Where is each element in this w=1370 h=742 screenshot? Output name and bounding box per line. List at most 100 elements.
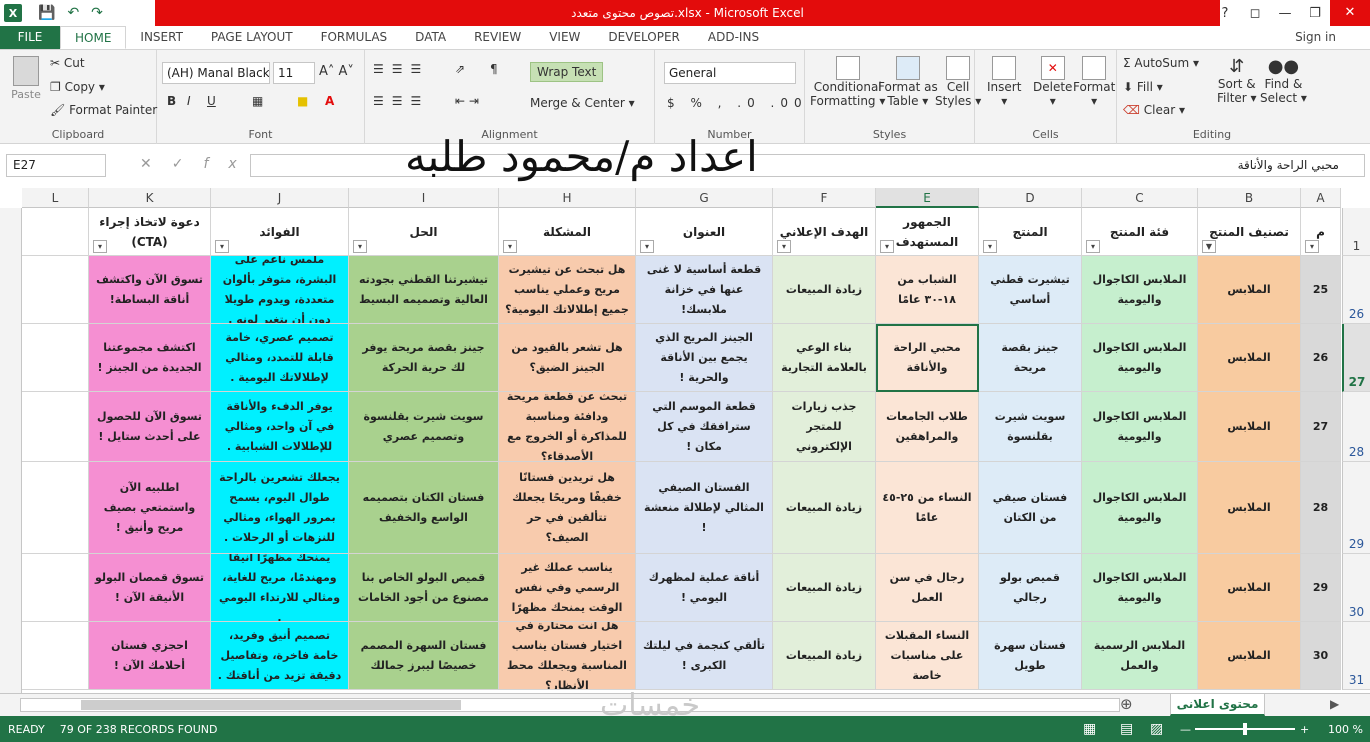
cell-l-31[interactable]	[22, 622, 89, 690]
scroll-thumb[interactable]	[81, 700, 461, 710]
filter-dropdown-icon[interactable]: ▾	[353, 240, 367, 253]
orientation-icon[interactable]: ⇗	[455, 62, 465, 76]
format-as-table-button[interactable]: Format as Table ▾	[878, 56, 938, 108]
cell-g-30[interactable]: أناقة عملية لمظهرك اليومي !	[636, 554, 773, 622]
zoom-slider[interactable]	[1195, 723, 1295, 735]
cell-a-28[interactable]: 27	[1301, 392, 1341, 462]
undo-icon[interactable]: ↶	[67, 5, 79, 21]
cell-k-29[interactable]: اطلبيه الآن واستمتعي بصيف مريح وأنيق !	[89, 462, 211, 554]
cell-l-30[interactable]	[22, 554, 89, 622]
cell-i-26[interactable]: تيشيرتنا القطني بجودته العالية وتصميمه ا…	[349, 256, 499, 324]
cell-c-29[interactable]: الملابس الكاجوال واليومية	[1082, 462, 1198, 554]
restore-button[interactable]: ❐	[1300, 6, 1330, 21]
cell-l-29[interactable]	[22, 462, 89, 554]
filter-dropdown-icon[interactable]: ▾	[1086, 240, 1100, 253]
cell-j-27[interactable]: تصميم عصري، خامة قابلة للتمدد، ومثالي لإ…	[211, 324, 349, 392]
cell-d-29[interactable]: فستان صيفي من الكتان	[979, 462, 1082, 554]
column-header-f[interactable]: F	[773, 188, 876, 208]
column-header-g[interactable]: G	[636, 188, 773, 208]
column-header-k[interactable]: K	[89, 188, 211, 208]
italic-button[interactable]: I	[187, 94, 191, 108]
zoom-out-icon[interactable]: —	[1180, 723, 1191, 736]
ribbon-options-icon[interactable]: ◻	[1240, 6, 1270, 21]
cell-f-27[interactable]: بناء الوعي بالعلامة التجارية	[773, 324, 876, 392]
delete-cells-button[interactable]: ✕ Delete ▾	[1033, 56, 1072, 108]
copy-button[interactable]: ❐ Copy ▾	[50, 80, 105, 94]
tab-formulas[interactable]: FORMULAS	[307, 26, 402, 49]
tab-page-layout[interactable]: PAGE LAYOUT	[197, 26, 307, 49]
cell-g-27[interactable]: الجينز المريح الذي يجمع بين الأناقة والح…	[636, 324, 773, 392]
save-icon[interactable]: 💾	[38, 5, 55, 21]
insert-cells-button[interactable]: Insert ▾	[987, 56, 1021, 108]
filter-dropdown-icon[interactable]: ▾	[1305, 240, 1319, 253]
cell-a-29[interactable]: 28	[1301, 462, 1341, 554]
font-size-buttons[interactable]: A˄ A˅	[319, 64, 354, 79]
horizontal-scrollbar[interactable]	[20, 698, 1120, 712]
page-layout-view-icon[interactable]: ▤	[1120, 721, 1133, 737]
tab-home[interactable]: HOME	[60, 26, 127, 49]
vertical-align-icons[interactable]: ☰☰☰	[373, 62, 429, 76]
column-header-c[interactable]: C	[1082, 188, 1198, 208]
horizontal-align-icons[interactable]: ☰☰☰	[373, 94, 429, 108]
column-header-d[interactable]: D	[979, 188, 1082, 208]
cell-b-27[interactable]: الملابس	[1198, 324, 1301, 392]
header-cell-h[interactable]: المشكلة ▾	[499, 208, 636, 256]
column-header-b[interactable]: B	[1198, 188, 1301, 208]
cell-k-26[interactable]: تسوق الآن واكتشف أناقة البساطة!	[89, 256, 211, 324]
text-direction-icon[interactable]: ¶	[490, 62, 498, 76]
header-cell-l[interactable]	[22, 208, 89, 256]
cell-a-27[interactable]: 26	[1301, 324, 1341, 392]
filter-dropdown-icon[interactable]: ▾	[503, 240, 517, 253]
header-cell-i[interactable]: الحل ▾	[349, 208, 499, 256]
cell-g-26[interactable]: قطعة أساسية لا غنى عنها في خزانة ملابسك!	[636, 256, 773, 324]
page-break-view-icon[interactable]: ▨	[1150, 721, 1163, 737]
cell-h-28[interactable]: تبحث عن قطعة مريحة ودافئة ومناسبة للمذاك…	[499, 392, 636, 462]
cell-l-26[interactable]	[22, 256, 89, 324]
cell-l-28[interactable]	[22, 392, 89, 462]
row-header[interactable]: 26	[1342, 256, 1370, 324]
tab-developer[interactable]: DEVELOPER	[594, 26, 693, 49]
fill-color-icon[interactable]: ■	[297, 94, 308, 108]
indent-icons[interactable]: ⇤ ⇥	[455, 94, 479, 108]
borders-icon[interactable]: ▦	[252, 94, 263, 108]
cell-a-26[interactable]: 25	[1301, 256, 1341, 324]
cell-c-30[interactable]: الملابس الكاجوال واليومية	[1082, 554, 1198, 622]
underline-button[interactable]: U	[207, 94, 216, 108]
filter-dropdown-icon[interactable]: ▼	[1202, 240, 1216, 253]
cell-i-27[interactable]: جينز بقصة مريحة يوفر لك حرية الحركة	[349, 324, 499, 392]
tab-data[interactable]: DATA	[401, 26, 460, 49]
row-header[interactable]: 28	[1342, 392, 1370, 462]
cell-f-31[interactable]: زيادة المبيعات	[773, 622, 876, 690]
cell-b-29[interactable]: الملابس	[1198, 462, 1301, 554]
cell-k-31[interactable]: احجزي فستان أحلامك الآن !	[89, 622, 211, 690]
cell-d-30[interactable]: قميص بولو رجالي	[979, 554, 1082, 622]
cell-i-29[interactable]: فستان الكتان بتصميمه الواسع والخفيف	[349, 462, 499, 554]
cell-j-28[interactable]: يوفر الدفء والأناقة في آن واحد، ومثالي ل…	[211, 392, 349, 462]
wrap-text-button[interactable]: Wrap Text	[530, 62, 604, 82]
column-header-a[interactable]: A	[1301, 188, 1341, 208]
header-cell-k[interactable]: دعوة لاتخاذ إجراء (CTA) ▾	[89, 208, 211, 256]
fill-button[interactable]: ⬇ Fill ▾	[1123, 80, 1163, 94]
cell-j-30[interactable]: يمنحك مظهرًا أنيقًا ومهندمًا، مريح للغاي…	[211, 554, 349, 622]
filter-dropdown-icon[interactable]: ▾	[640, 240, 654, 253]
cut-button[interactable]: ✂ Cut	[50, 56, 85, 70]
sign-in-link[interactable]: Sign in	[1295, 30, 1336, 44]
cell-h-31[interactable]: هل أنت محتارة في اختيار فستان يناسب المن…	[499, 622, 636, 690]
new-sheet-icon[interactable]: ⊕	[1120, 695, 1133, 713]
tab-review[interactable]: REVIEW	[460, 26, 535, 49]
name-box[interactable]: E27	[6, 154, 106, 177]
minimize-button[interactable]: —	[1270, 6, 1300, 21]
tab-view[interactable]: VIEW	[535, 26, 594, 49]
cell-e-28[interactable]: طلاب الجامعات والمراهقين	[876, 392, 979, 462]
cell-f-28[interactable]: جذب زيارات للمتجر الإلكتروني	[773, 392, 876, 462]
cell-k-28[interactable]: تسوق الآن للحصول على أحدث ستايل !	[89, 392, 211, 462]
cell-g-31[interactable]: تألقي كنجمة في ليلتك الكبرى !	[636, 622, 773, 690]
filter-dropdown-icon[interactable]: ▾	[93, 240, 107, 253]
sheet-nav-right-icon[interactable]: ▶	[1330, 697, 1339, 711]
autosum-button[interactable]: Σ AutoSum ▾	[1123, 56, 1199, 70]
cell-h-27[interactable]: هل تشعر بالقيود من الجينز الضيق؟	[499, 324, 636, 392]
redo-icon[interactable]: ↷	[91, 5, 103, 21]
close-button[interactable]: ✕	[1330, 0, 1370, 26]
cell-b-30[interactable]: الملابس	[1198, 554, 1301, 622]
cell-g-28[interactable]: قطعة الموسم التي سترافقك في كل مكان !	[636, 392, 773, 462]
